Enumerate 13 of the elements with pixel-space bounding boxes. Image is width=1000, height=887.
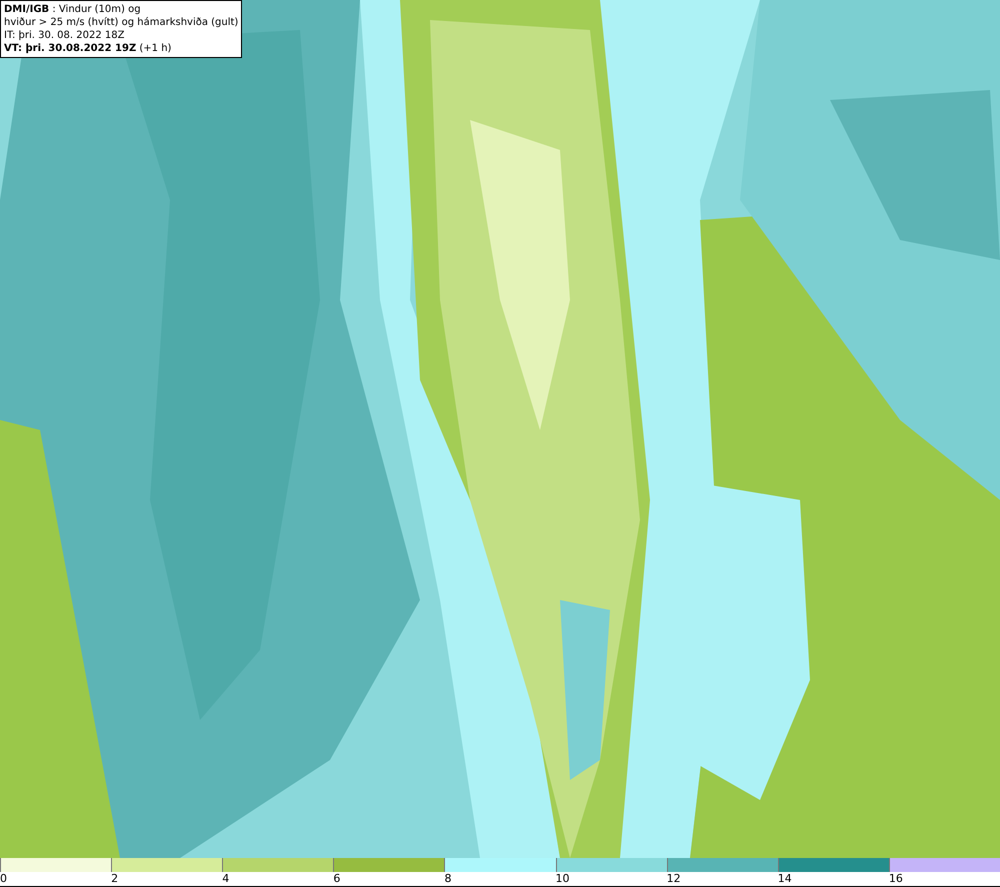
legend-label: 2 (111, 872, 118, 886)
legend-label: 8 (444, 872, 452, 886)
legend-label: 0 (0, 872, 7, 886)
info-text: hviður > 25 m/s (hvítt) og hámarkshviða (gult) (4, 16, 238, 29)
legend-label: 12 (666, 872, 681, 886)
legend-label: 6 (333, 872, 340, 886)
legend-label: 14 (778, 872, 792, 886)
info-text: DMI/IGB : Vindur (10m) og (4, 3, 142, 16)
legend-label: 4 (222, 872, 230, 886)
info-text: VT: þri. 30.08.2022 19Z (+1 h) (4, 42, 172, 55)
legend-label: 10 (556, 872, 570, 886)
legend-label: 16 (888, 872, 903, 886)
info-text: IT: þri. 30. 08. 2022 18Z (4, 29, 126, 42)
